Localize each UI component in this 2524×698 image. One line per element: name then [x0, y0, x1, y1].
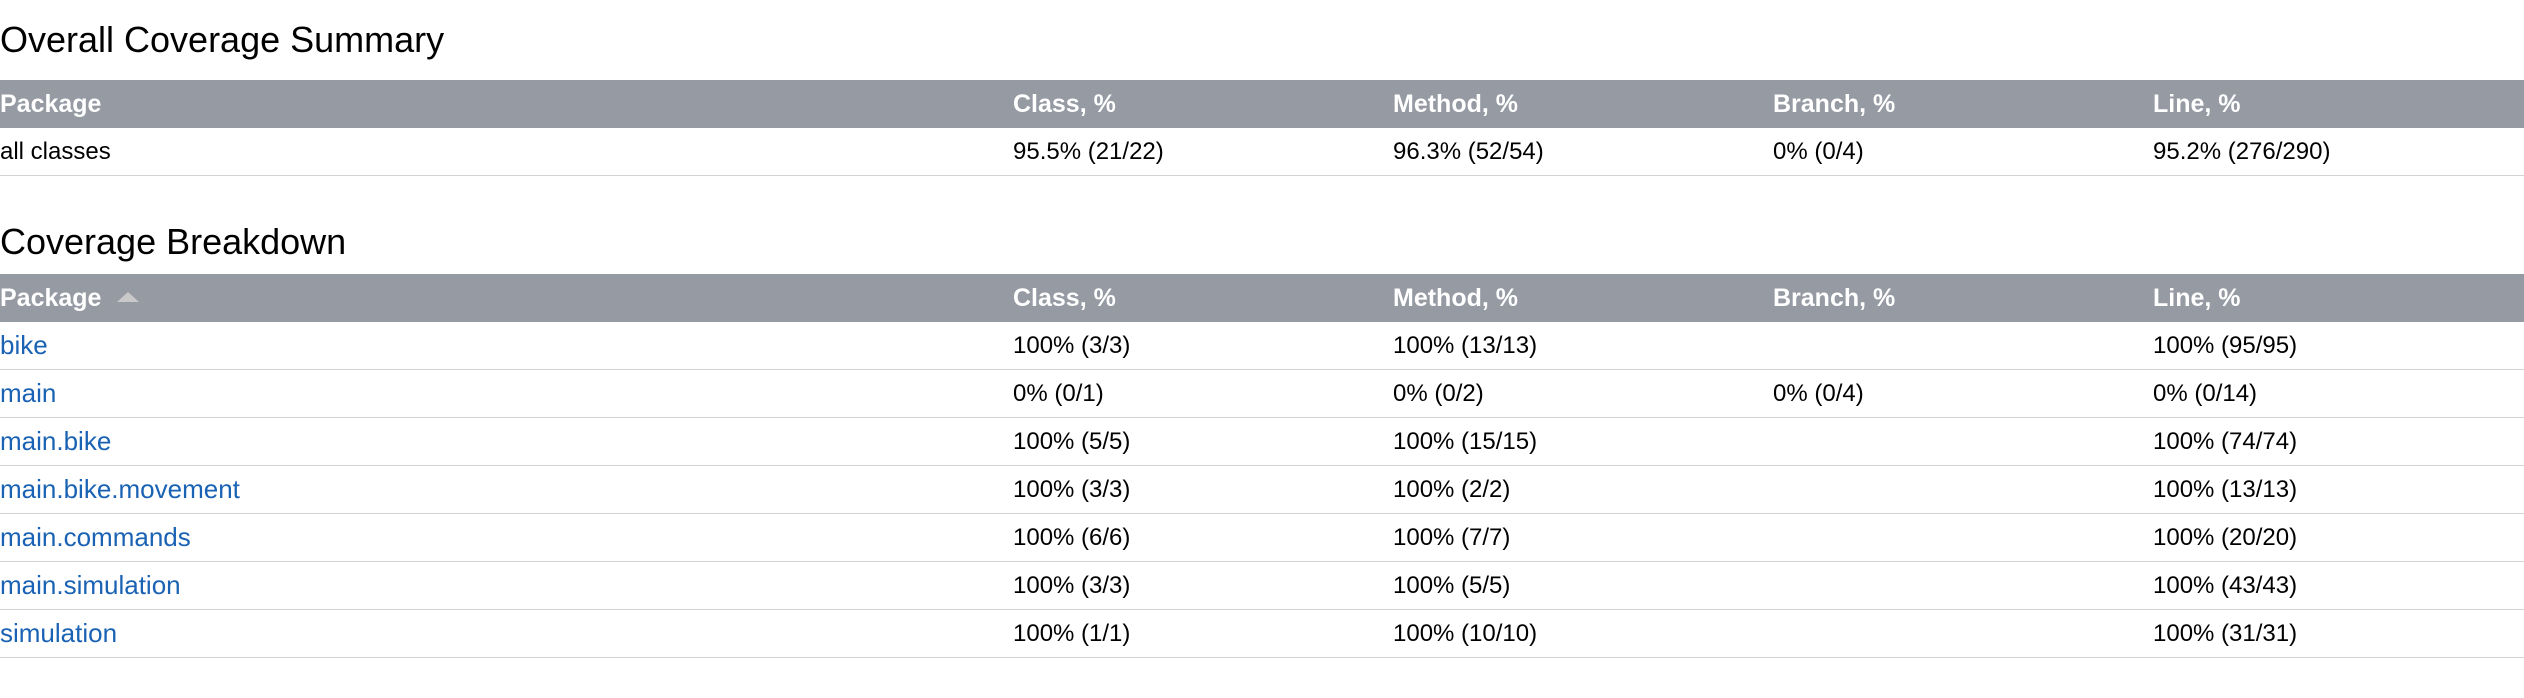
line-coverage-cell: 100% (13/13) — [2153, 465, 2524, 514]
col-header-line[interactable]: Line, % — [2153, 274, 2524, 322]
col-header-package: Package — [0, 80, 1013, 128]
package-link[interactable]: main.commands — [0, 522, 191, 552]
sort-ascending-icon[interactable] — [117, 291, 140, 302]
class-coverage-cell: 100% (6/6) — [1013, 513, 1393, 562]
col-header-class[interactable]: Class, % — [1013, 274, 1393, 322]
method-coverage-cell: 100% (13/13) — [1393, 322, 1773, 370]
col-header-class: Class, % — [1013, 80, 1393, 128]
package-cell: simulation — [0, 609, 1013, 658]
line-coverage-cell: 100% (43/43) — [2153, 561, 2524, 610]
package-cell: main.simulation — [0, 561, 1013, 610]
branch-coverage-cell — [1773, 417, 2153, 466]
package-link[interactable]: bike — [0, 330, 48, 360]
package-cell: bike — [0, 322, 1013, 370]
breakdown-title: Coverage Breakdown — [0, 221, 347, 262]
class-coverage-cell: 0% (0/1) — [1013, 369, 1393, 418]
class-coverage-cell: 100% (3/3) — [1013, 322, 1393, 370]
method-coverage-cell: 100% (2/2) — [1393, 465, 1773, 514]
package-link[interactable]: main.bike — [0, 426, 111, 456]
line-coverage-cell: 0% (0/14) — [2153, 369, 2524, 418]
branch-coverage-cell — [1773, 513, 2153, 562]
table-row: main.commands 100% (6/6) 100% (7/7) 100% (2… — [0, 513, 2524, 562]
table-row: main.bike 100% (5/5) 100% (15/15) 100% (74/… — [0, 417, 2524, 466]
table-row: main.simulation 100% (3/3) 100% (5/5) 100% … — [0, 561, 2524, 610]
branch-coverage-cell: 0% (0/4) — [1773, 128, 2153, 176]
method-coverage-cell: 100% (7/7) — [1393, 513, 1773, 562]
col-header-package-sortable[interactable]: Package — [0, 274, 1013, 322]
class-coverage-cell: 95.5% (21/22) — [1013, 128, 1393, 176]
col-header-branch[interactable]: Branch, % — [1773, 274, 2153, 322]
table-row: main.bike.movement 100% (3/3) 100% (2/2) 10… — [0, 465, 2524, 514]
package-cell: all classes — [0, 128, 1013, 176]
line-coverage-cell: 100% (74/74) — [2153, 417, 2524, 466]
col-header-package-label: Package — [0, 283, 102, 312]
class-coverage-cell: 100% (1/1) — [1013, 609, 1393, 658]
breakdown-header-row: Package Class, % Method, % Branch, % Lin… — [0, 274, 2524, 322]
class-coverage-cell: 100% (3/3) — [1013, 561, 1393, 610]
package-cell: main.bike.movement — [0, 465, 1013, 514]
line-coverage-cell: 100% (31/31) — [2153, 609, 2524, 658]
method-coverage-cell: 96.3% (52/54) — [1393, 128, 1773, 176]
class-coverage-cell: 100% (3/3) — [1013, 465, 1393, 514]
line-coverage-cell: 100% (95/95) — [2153, 322, 2524, 370]
col-header-line: Line, % — [2153, 80, 2524, 128]
class-coverage-cell: 100% (5/5) — [1013, 417, 1393, 466]
package-link[interactable]: simulation — [0, 618, 117, 648]
method-coverage-cell: 100% (15/15) — [1393, 417, 1773, 466]
summary-title: Overall Coverage Summary — [0, 19, 445, 60]
package-link[interactable]: main.bike.movement — [0, 474, 240, 504]
line-coverage-cell: 100% (20/20) — [2153, 513, 2524, 562]
branch-coverage-cell: 0% (0/4) — [1773, 369, 2153, 418]
branch-coverage-cell — [1773, 465, 2153, 514]
col-header-method[interactable]: Method, % — [1393, 274, 1773, 322]
summary-row: all classes 95.5% (21/22) 96.3% (52/54) … — [0, 128, 2524, 176]
package-link[interactable]: main.simulation — [0, 570, 181, 600]
branch-coverage-cell — [1773, 561, 2153, 610]
table-row: main 0% (0/1) 0% (0/2) 0% (0/4) 0% (0/14) — [0, 369, 2524, 418]
method-coverage-cell: 100% (5/5) — [1393, 561, 1773, 610]
table-row: simulation 100% (1/1) 100% (10/10) 100% (31… — [0, 609, 2524, 658]
table-row: bike 100% (3/3) 100% (13/13) 100% (95/95) — [0, 322, 2524, 370]
package-cell: main — [0, 369, 1013, 418]
branch-coverage-cell — [1773, 322, 2153, 370]
col-header-branch: Branch, % — [1773, 80, 2153, 128]
breakdown-table: Package Class, % Method, % Branch, % Lin… — [0, 274, 2524, 658]
branch-coverage-cell — [1773, 609, 2153, 658]
package-link[interactable]: main — [0, 378, 56, 408]
package-cell: main.bike — [0, 417, 1013, 466]
method-coverage-cell: 100% (10/10) — [1393, 609, 1773, 658]
summary-header-row: Package Class, % Method, % Branch, % Lin… — [0, 80, 2524, 128]
line-coverage-cell: 95.2% (276/290) — [2153, 128, 2524, 176]
summary-table: Package Class, % Method, % Branch, % Lin… — [0, 80, 2524, 176]
method-coverage-cell: 0% (0/2) — [1393, 369, 1773, 418]
package-cell: main.commands — [0, 513, 1013, 562]
col-header-method: Method, % — [1393, 80, 1773, 128]
